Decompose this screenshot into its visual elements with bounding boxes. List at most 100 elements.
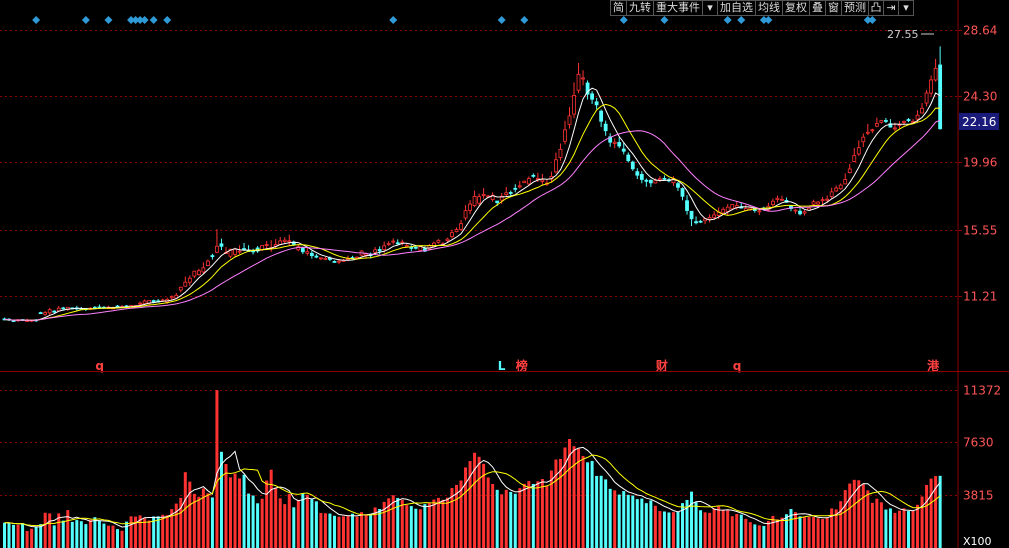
candle-body[interactable] — [477, 196, 482, 204]
volume-bar[interactable] — [757, 525, 761, 548]
candle-body[interactable] — [793, 209, 798, 212]
volume-bar[interactable] — [161, 514, 165, 548]
candle-body[interactable] — [404, 245, 409, 247]
volume-bar[interactable] — [608, 488, 612, 548]
volume-bar[interactable] — [839, 501, 843, 548]
volume-bar[interactable] — [427, 503, 431, 548]
candle-body[interactable] — [897, 124, 902, 127]
volume-bar[interactable] — [590, 460, 594, 548]
volume-bar[interactable] — [464, 467, 468, 548]
candle-body[interactable] — [906, 119, 911, 122]
candle-body[interactable] — [513, 187, 518, 190]
volume-bar[interactable] — [39, 524, 43, 548]
volume-bar[interactable] — [617, 494, 621, 548]
candle-body[interactable] — [576, 73, 581, 91]
candle-body[interactable] — [644, 179, 649, 182]
volume-bar[interactable] — [206, 493, 210, 548]
volume-bar[interactable] — [825, 517, 829, 548]
candle-body[interactable] — [865, 131, 870, 134]
shape-icon[interactable]: 凸 — [868, 0, 884, 16]
volume-bar[interactable] — [875, 498, 879, 548]
volume-bar[interactable] — [251, 495, 255, 548]
candle-body[interactable] — [531, 174, 536, 177]
candle-body[interactable] — [884, 120, 888, 122]
volume-bar[interactable] — [888, 508, 892, 548]
more-dropdown-icon[interactable]: ▾ — [898, 0, 914, 16]
candle-body[interactable] — [219, 243, 224, 247]
volume-bar[interactable] — [916, 504, 920, 548]
candle-body[interactable] — [802, 211, 807, 214]
ma-lines-button[interactable]: 均线 — [755, 0, 783, 16]
volume-bar[interactable] — [540, 478, 544, 548]
candle-body[interactable] — [323, 257, 328, 260]
candle-body[interactable] — [210, 255, 215, 258]
volume-bar[interactable] — [486, 477, 490, 548]
candle-body[interactable] — [468, 203, 472, 211]
candle-body[interactable] — [874, 123, 879, 127]
volume-bar[interactable] — [305, 494, 309, 548]
candle-body[interactable] — [707, 217, 712, 220]
candle-body[interactable] — [201, 267, 206, 273]
volume-bar[interactable] — [622, 491, 626, 548]
volume-bar[interactable] — [93, 517, 97, 548]
volume-bar[interactable] — [699, 510, 703, 548]
volume-bar[interactable] — [771, 515, 775, 548]
volume-bar[interactable] — [143, 518, 147, 548]
volume-bar[interactable] — [848, 483, 852, 548]
volume-bar[interactable] — [30, 528, 34, 548]
volume-bar[interactable] — [224, 464, 228, 548]
volume-bar[interactable] — [667, 512, 671, 548]
candle-body[interactable] — [56, 307, 61, 312]
candle-body[interactable] — [725, 206, 730, 212]
candle-body[interactable] — [648, 179, 653, 184]
volume-bar[interactable] — [830, 508, 834, 548]
candle-body[interactable] — [870, 129, 875, 132]
volume-bar[interactable] — [897, 510, 901, 548]
event-label[interactable]: 榜 — [516, 358, 528, 373]
candle-body[interactable] — [450, 232, 454, 238]
volume-bar[interactable] — [884, 509, 888, 548]
candle-body[interactable] — [829, 191, 834, 197]
volume-bar[interactable] — [554, 459, 558, 548]
candle-body[interactable] — [581, 77, 585, 80]
candle-body[interactable] — [138, 302, 143, 305]
candle-body[interactable] — [554, 159, 558, 173]
candle-body[interactable] — [355, 256, 359, 259]
candle-body[interactable] — [563, 129, 567, 142]
candle-body[interactable] — [843, 179, 848, 185]
volume-bar[interactable] — [527, 481, 531, 548]
candle-body[interactable] — [630, 161, 635, 170]
volume-bar[interactable] — [269, 469, 273, 548]
volume-bar[interactable] — [938, 475, 942, 548]
volume-bar[interactable] — [156, 516, 160, 548]
candle-body[interactable] — [300, 247, 305, 253]
candle-body[interactable] — [382, 245, 387, 250]
volume-bar[interactable] — [604, 479, 608, 548]
candle-body[interactable] — [730, 204, 735, 210]
candle-body[interactable] — [938, 64, 943, 130]
candle-body[interactable] — [377, 249, 382, 252]
volume-bar[interactable] — [25, 531, 29, 548]
volume-bar[interactable] — [739, 514, 743, 548]
volume-bar[interactable] — [445, 497, 449, 548]
volume-bar[interactable] — [762, 525, 766, 548]
candle-body[interactable] — [834, 187, 839, 192]
candle-body[interactable] — [721, 208, 726, 214]
volume-bar[interactable] — [215, 390, 219, 548]
volume-bar[interactable] — [748, 522, 752, 548]
volume-bar[interactable] — [500, 494, 504, 548]
candle-body[interactable] — [459, 223, 463, 230]
volume-bar[interactable] — [314, 501, 318, 548]
candle-body[interactable] — [495, 200, 500, 203]
volume-bar[interactable] — [418, 509, 422, 548]
candle-body[interactable] — [47, 309, 52, 314]
volume-bar[interactable] — [147, 520, 151, 548]
volume-bar[interactable] — [3, 522, 6, 548]
volume-bar[interactable] — [52, 525, 56, 548]
candle-body[interactable] — [38, 312, 43, 315]
volume-bar[interactable] — [857, 480, 861, 548]
candle-body[interactable] — [540, 179, 545, 182]
volume-bar[interactable] — [283, 504, 287, 548]
candle-body[interactable] — [409, 246, 414, 249]
candle-body[interactable] — [436, 239, 441, 243]
